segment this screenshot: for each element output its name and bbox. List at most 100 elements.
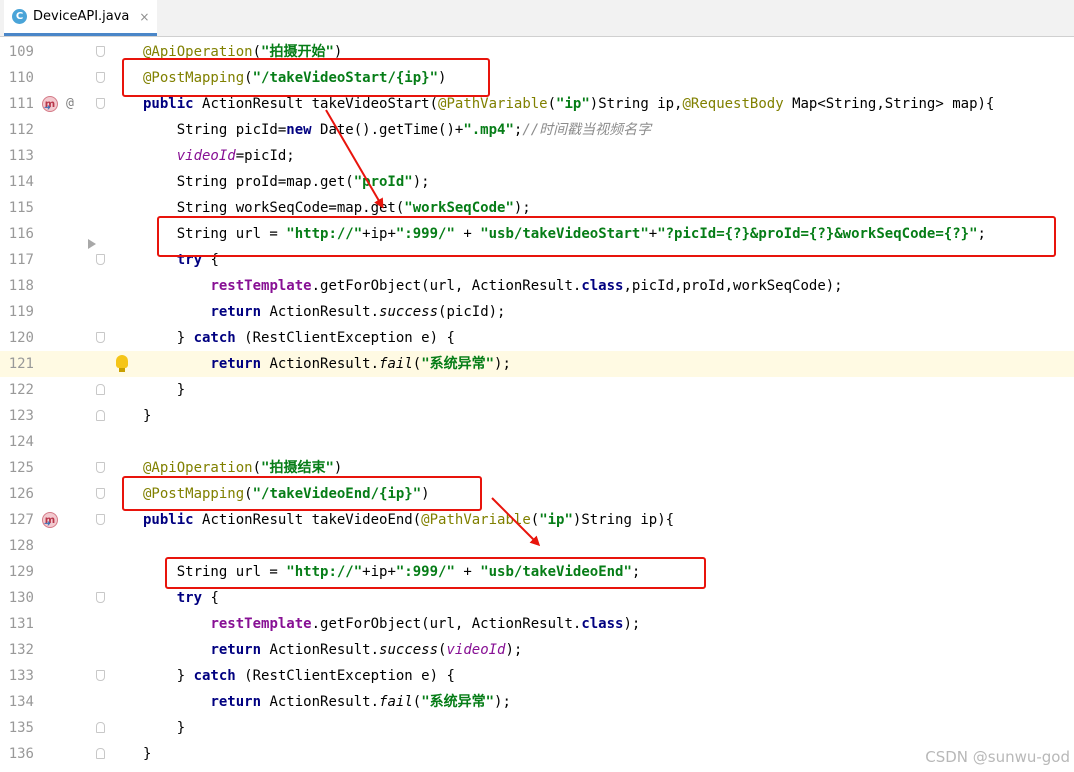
code-token: + bbox=[648, 226, 658, 242]
tab-label: DeviceAPI.java bbox=[33, 9, 130, 24]
code-line-109[interactable]: 109 @ApiOperation("拍摄开始") bbox=[0, 39, 1074, 65]
lightbulb-icon[interactable] bbox=[116, 355, 128, 368]
code-line-118[interactable]: 118 restTemplate.getForObject(url, Actio… bbox=[0, 273, 1074, 299]
fold-marker-icon[interactable] bbox=[96, 514, 105, 525]
code-token: ); bbox=[494, 356, 511, 372]
fold-marker-icon[interactable] bbox=[96, 410, 105, 421]
fold-marker-icon[interactable] bbox=[96, 98, 105, 109]
fold-marker-icon[interactable] bbox=[96, 670, 105, 681]
code-token: ); bbox=[505, 642, 523, 658]
code-text: @PostMapping("/takeVideoEnd/{ip}") bbox=[143, 481, 430, 507]
code-token: ActionResult. bbox=[269, 694, 380, 710]
code-token: restTemplate bbox=[210, 616, 312, 632]
code-line-125[interactable]: 125 @ApiOperation("拍摄结束") bbox=[0, 455, 1074, 481]
code-token: ); bbox=[412, 174, 430, 190]
code-text: } bbox=[143, 403, 151, 429]
code-line-126[interactable]: 126 @PostMapping("/takeVideoEnd/{ip}") bbox=[0, 481, 1074, 507]
code-text: } bbox=[143, 741, 151, 767]
code-line-117[interactable]: 117 try { bbox=[0, 247, 1074, 273]
line-number: 112 bbox=[8, 122, 34, 138]
line-number: 110 bbox=[8, 70, 34, 86]
line-number: 131 bbox=[8, 616, 34, 632]
editor-tab-bar: C DeviceAPI.java × bbox=[0, 0, 1074, 37]
code-token: } bbox=[143, 668, 194, 684]
code-line-128[interactable]: 128 bbox=[0, 533, 1074, 559]
code-line-124[interactable]: 124 bbox=[0, 429, 1074, 455]
code-token: } bbox=[143, 382, 186, 398]
code-line-110[interactable]: 110 @PostMapping("/takeVideoStart/{ip}") bbox=[0, 65, 1074, 91]
code-line-120[interactable]: 120 } catch (RestClientException e) { bbox=[0, 325, 1074, 351]
code-token: (picId); bbox=[438, 304, 506, 320]
code-line-131[interactable]: 131 restTemplate.getForObject(url, Actio… bbox=[0, 611, 1074, 637]
run-marker-icon[interactable] bbox=[88, 239, 96, 249]
line-number: 111 bbox=[8, 96, 34, 112]
code-text: try { bbox=[143, 585, 219, 611]
fold-marker-icon[interactable] bbox=[96, 722, 105, 733]
line-number: 130 bbox=[8, 590, 34, 606]
tab-deviceapi-java[interactable]: C DeviceAPI.java × bbox=[4, 0, 158, 36]
fold-marker-icon[interactable] bbox=[96, 748, 105, 759]
line-number: 133 bbox=[8, 668, 34, 684]
code-token: ActionResult. bbox=[269, 304, 380, 320]
code-token: videoId bbox=[446, 642, 506, 658]
code-line-119[interactable]: 119 return ActionResult.success(picId); bbox=[0, 299, 1074, 325]
code-line-121[interactable]: 121 return ActionResult.fail("系统异常"); bbox=[0, 351, 1074, 377]
code-line-113[interactable]: 113 videoId=picId; bbox=[0, 143, 1074, 169]
code-text: @ApiOperation("拍摄开始") bbox=[143, 39, 342, 65]
fold-marker-icon[interactable] bbox=[96, 254, 105, 265]
close-icon[interactable]: × bbox=[139, 10, 149, 24]
code-token: =picId; bbox=[235, 148, 295, 164]
line-number: 116 bbox=[8, 226, 34, 242]
override-marker-icon[interactable]: @ bbox=[66, 91, 74, 117]
fold-marker-icon[interactable] bbox=[96, 384, 105, 395]
code-token: Date().getTime()+ bbox=[320, 122, 464, 138]
code-token: "系统异常" bbox=[421, 694, 495, 710]
code-text: videoId=picId; bbox=[143, 143, 295, 169]
fold-marker-icon[interactable] bbox=[96, 46, 105, 57]
code-text: public ActionResult takeVideoStart(@Path… bbox=[143, 91, 994, 117]
code-line-130[interactable]: 130 try { bbox=[0, 585, 1074, 611]
code-token: ) bbox=[438, 70, 447, 86]
code-line-111[interactable]: 111 public ActionResult takeVideoStart(@P… bbox=[0, 91, 1074, 117]
fold-marker-icon[interactable] bbox=[96, 72, 105, 83]
code-line-133[interactable]: 133 } catch (RestClientException e) { bbox=[0, 663, 1074, 689]
code-token: "proId" bbox=[353, 174, 413, 190]
code-line-123[interactable]: 123} bbox=[0, 403, 1074, 429]
fold-marker-icon[interactable] bbox=[96, 332, 105, 343]
fold-marker-icon[interactable] bbox=[96, 462, 105, 473]
watermark: CSDN @sunwu-god bbox=[925, 748, 1070, 766]
code-token: videoId bbox=[176, 148, 236, 164]
code-token: ( bbox=[244, 70, 253, 86]
line-number: 125 bbox=[8, 460, 34, 476]
code-line-115[interactable]: 115 String workSeqCode=map.get("workSeqC… bbox=[0, 195, 1074, 221]
code-text: String workSeqCode=map.get("workSeqCode"… bbox=[143, 195, 531, 221]
code-line-134[interactable]: 134 return ActionResult.fail("系统异常"); bbox=[0, 689, 1074, 715]
code-text: String picId=new Date().getTime()+".mp4"… bbox=[143, 117, 651, 143]
code-token: ); bbox=[623, 616, 641, 632]
code-line-136[interactable]: 136} bbox=[0, 741, 1074, 767]
code-line-129[interactable]: 129 String url = "http://"+ip+":999/" + … bbox=[0, 559, 1074, 585]
code-token: ( bbox=[412, 356, 422, 372]
code-text: try { bbox=[143, 247, 219, 273]
code-text: @ApiOperation("拍摄结束") bbox=[143, 455, 342, 481]
fold-marker-icon[interactable] bbox=[96, 592, 105, 603]
code-text: } bbox=[143, 377, 185, 403]
code-token: ( bbox=[244, 486, 253, 502]
code-line-116[interactable]: 116 String url = "http://"+ip+":999/" + … bbox=[0, 221, 1074, 247]
code-line-135[interactable]: 135 } bbox=[0, 715, 1074, 741]
fold-marker-icon[interactable] bbox=[96, 488, 105, 499]
code-editor[interactable]: 109 @ApiOperation("拍摄开始") 110 @PostMapping(… bbox=[0, 39, 1074, 772]
code-line-114[interactable]: 114 String proId=map.get("proId"); bbox=[0, 169, 1074, 195]
code-token: success bbox=[379, 642, 439, 658]
line-number: 123 bbox=[8, 408, 34, 424]
code-line-122[interactable]: 122 } bbox=[0, 377, 1074, 403]
code-line-132[interactable]: 132 return ActionResult.success(videoId)… bbox=[0, 637, 1074, 663]
code-line-112[interactable]: 112 String picId=new Date().getTime()+".… bbox=[0, 117, 1074, 143]
line-number: 136 bbox=[8, 746, 34, 762]
code-token: return bbox=[210, 694, 270, 710]
code-line-127[interactable]: 127 public ActionResult takeVideoEnd(@Pat… bbox=[0, 507, 1074, 533]
code-token: { bbox=[210, 590, 219, 606]
